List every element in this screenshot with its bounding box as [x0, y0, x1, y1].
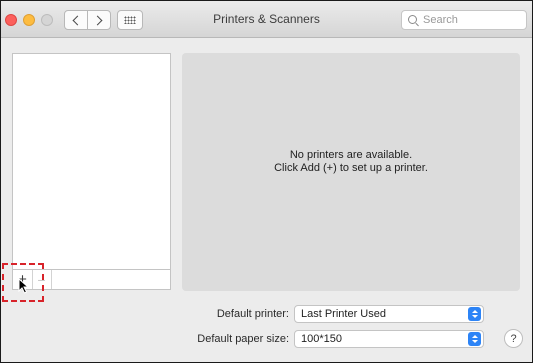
search-field[interactable]: [401, 10, 527, 30]
search-icon: [408, 14, 417, 24]
printers-scanners-window: Printers & Scanners + − No printers are …: [0, 0, 533, 363]
default-printer-label: Default printer:: [216, 308, 289, 320]
popup-arrows-icon: [468, 332, 481, 346]
help-button[interactable]: ?: [504, 329, 523, 348]
search-input[interactable]: [423, 14, 519, 26]
title-bar: Printers & Scanners: [1, 1, 532, 38]
default-paper-size-popup[interactable]: 100*150: [294, 330, 484, 348]
popup-arrows-icon: [468, 307, 481, 321]
default-printer-value: Last Printer Used: [301, 308, 386, 320]
default-printer-popup[interactable]: Last Printer Used: [294, 305, 484, 323]
no-printers-line: No printers are available.: [289, 149, 413, 161]
cursor-icon: [18, 278, 30, 294]
default-paper-size-value: 100*150: [301, 333, 342, 345]
add-printer-hint: Click Add (+) to set up a printer.: [274, 162, 428, 174]
no-printers-message: No printers are available. Click Add (+)…: [182, 149, 520, 175]
printer-list[interactable]: [12, 53, 171, 270]
default-paper-size-label: Default paper size:: [197, 333, 289, 345]
printer-detail-panel: No printers are available. Click Add (+)…: [182, 53, 520, 291]
